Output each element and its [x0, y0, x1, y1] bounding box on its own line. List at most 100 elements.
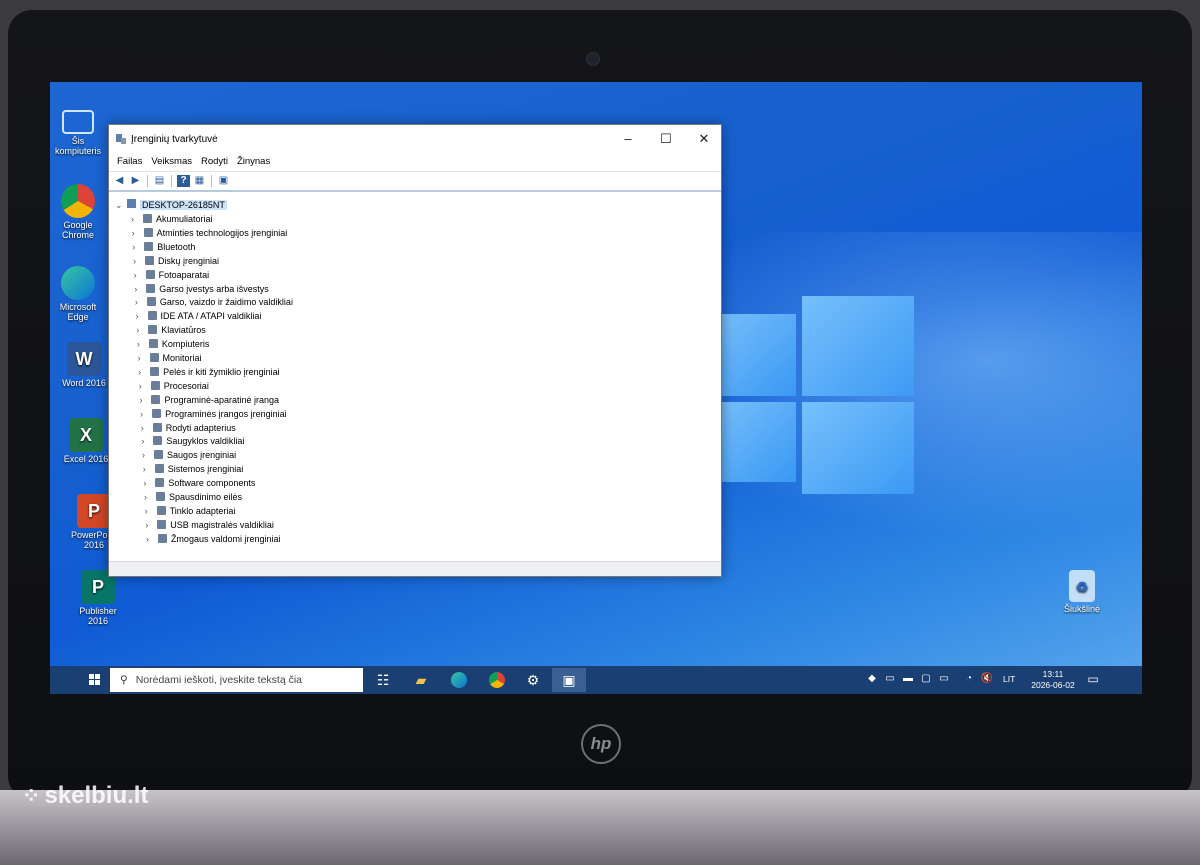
task-view-icon[interactable]: ☷	[366, 668, 400, 692]
device-category-item[interactable]: › Fotoaparatai	[134, 269, 209, 282]
device-category-item[interactable]: › Bluetooth	[132, 241, 195, 254]
chevron-right-icon[interactable]: ›	[133, 255, 143, 268]
update-driver-icon[interactable]: ▦	[193, 175, 206, 187]
tree-root[interactable]: ⌄ DESKTOP-26185NT	[115, 199, 227, 212]
edge-taskbar-icon[interactable]	[442, 668, 476, 692]
chevron-right-icon[interactable]: ›	[141, 422, 151, 435]
desktop-icon-excel[interactable]: X Excel 2016	[56, 418, 116, 464]
taskbar-search[interactable]: ⚲ Norėdami ieškoti, įveskite tekstą čia	[110, 668, 363, 692]
clock[interactable]: 13:11 2026-06-02	[1027, 669, 1079, 691]
forward-arrow-icon[interactable]: ▶	[129, 175, 142, 187]
chevron-down-icon[interactable]: ⌄	[115, 199, 125, 212]
device-tree: ⌄ DESKTOP-26185NT › Akumuliatoriai › Atmintie…	[115, 195, 715, 561]
chevron-right-icon[interactable]: ›	[136, 324, 146, 337]
word-icon: W	[67, 342, 101, 376]
device-category-item[interactable]: › Rodyti adapterius	[141, 422, 236, 435]
chevron-right-icon[interactable]: ›	[143, 477, 153, 490]
device-category-label: Programinė-aparatinė įranga	[164, 394, 280, 405]
chevron-right-icon[interactable]: ›	[142, 449, 152, 462]
chevron-right-icon[interactable]: ›	[134, 283, 144, 296]
monitor-icon	[62, 110, 94, 134]
minimize-button[interactable]: –	[609, 127, 647, 151]
help-icon[interactable]: ?	[177, 175, 190, 187]
desktop-icon-word[interactable]: W Word 2016	[54, 342, 114, 388]
tray-volume-muted-icon[interactable]: 🔇	[980, 672, 994, 686]
language-indicator[interactable]: LIT	[1003, 674, 1015, 684]
tray-device-icon[interactable]: ▬	[901, 672, 915, 686]
settings-gear-icon[interactable]: ⚙	[516, 668, 550, 692]
file-explorer-icon[interactable]: ▰	[404, 668, 438, 692]
chrome-taskbar-icon[interactable]	[480, 668, 514, 692]
device-category-item[interactable]: › Garso, vaizdo ir žaidimo valdikliai	[135, 296, 293, 309]
desktop-icon-publisher[interactable]: P Publisher 2016	[68, 570, 128, 626]
chrome-icon	[61, 184, 95, 218]
device-category-item[interactable]: › Garso įvestys arba išvestys	[134, 283, 269, 296]
device-category-item[interactable]: › Kompiuteris	[137, 338, 209, 351]
tray-app-icon[interactable]: ▭	[883, 672, 897, 686]
chevron-right-icon[interactable]: ›	[136, 310, 146, 323]
desktop-icon-edge[interactable]: Microsoft Edge	[50, 266, 108, 322]
chevron-right-icon[interactable]: ›	[138, 352, 148, 365]
device-category-item[interactable]: › Pelės ir kiti žymiklio įrenginiai	[138, 366, 280, 379]
chevron-right-icon[interactable]: ›	[140, 408, 150, 421]
device-category-item[interactable]: › Akumuliatoriai	[131, 213, 213, 226]
menu-help[interactable]: Žinynas	[237, 153, 270, 171]
notifications-icon[interactable]: ▭	[1085, 672, 1101, 686]
back-arrow-icon[interactable]: ◀	[113, 175, 126, 187]
chevron-right-icon[interactable]: ›	[139, 380, 149, 393]
device-category-item[interactable]: › Klaviatūros	[136, 324, 206, 337]
tray-wifi-icon[interactable]: ◔	[962, 672, 976, 686]
device-category-label: Saugos įrenginiai	[167, 450, 237, 461]
desktop-icon-recycle-bin[interactable]: ♻ Šiukšlinė	[1052, 570, 1112, 614]
menu-action[interactable]: Veiksmas	[151, 153, 192, 171]
desktop-icon-this-pc[interactable]: Šis kompiuteris	[50, 110, 108, 156]
device-category-label: Monitoriai	[162, 353, 202, 363]
close-button[interactable]: ✕	[685, 127, 723, 151]
device-category-item[interactable]: › Saugyklos valdikliai	[141, 435, 244, 448]
device-manager-window[interactable]: Įrenginių tvarkytuvė – ☐ ✕ Failas Veiksma…	[108, 124, 722, 577]
device-category-item[interactable]: › USB magistralės valdikliai	[145, 519, 274, 532]
menu-view[interactable]: Rodyti	[201, 153, 228, 171]
device-category-label: Bluetooth	[157, 241, 196, 252]
search-icon: ⚲	[120, 674, 128, 686]
device-category-item[interactable]: › Procesoriai	[139, 380, 209, 393]
chevron-right-icon[interactable]: ›	[145, 505, 155, 518]
device-category-item[interactable]: › Monitoriai	[138, 352, 202, 365]
tray-display-icon[interactable]: ▢	[919, 672, 933, 686]
chevron-right-icon[interactable]: ›	[131, 213, 141, 226]
chevron-right-icon[interactable]: ›	[132, 227, 142, 240]
start-button[interactable]	[80, 666, 110, 694]
edge-icon	[61, 266, 95, 300]
device-category-item[interactable]: › Tinklo adapteriai	[145, 505, 235, 518]
device-category-item[interactable]: › Software components	[143, 477, 255, 490]
maximize-button[interactable]: ☐	[647, 127, 685, 151]
chevron-right-icon[interactable]: ›	[144, 491, 154, 504]
device-category-item[interactable]: › Žmogaus valdomi įrenginiai	[146, 533, 281, 546]
desktop-icon-chrome[interactable]: Google Chrome	[50, 184, 108, 240]
menu-file[interactable]: Failas	[117, 153, 142, 171]
properties-icon[interactable]: ▤	[153, 175, 166, 187]
device-category-item[interactable]: › Saugos įrenginiai	[142, 449, 236, 462]
chevron-right-icon[interactable]: ›	[143, 463, 153, 476]
device-manager-taskbar-icon[interactable]: ▣	[552, 668, 586, 692]
device-category-item[interactable]: › Programinė-aparatinė įranga	[139, 394, 279, 407]
chevron-right-icon[interactable]: ›	[146, 533, 156, 546]
device-category-item[interactable]: › IDE ATA / ATAPI valdikliai	[136, 310, 261, 323]
title-bar[interactable]: Įrenginių tvarkytuvė – ☐ ✕	[109, 125, 721, 153]
tray-battery-icon[interactable]: ▭	[937, 672, 951, 686]
device-category-item[interactable]: › Diskų įrenginiai	[133, 255, 219, 268]
device-category-item[interactable]: › Spausdinimo eilės	[144, 491, 242, 504]
chevron-right-icon[interactable]: ›	[145, 519, 155, 532]
chevron-right-icon[interactable]: ›	[139, 394, 149, 407]
chevron-right-icon[interactable]: ›	[132, 241, 142, 254]
scan-hardware-icon[interactable]: ▣	[217, 175, 230, 187]
chevron-right-icon[interactable]: ›	[138, 366, 148, 379]
chevron-right-icon[interactable]: ›	[141, 435, 151, 448]
tray-security-icon[interactable]: ◆	[865, 672, 879, 686]
chevron-right-icon[interactable]: ›	[137, 338, 147, 351]
chevron-right-icon[interactable]: ›	[134, 269, 144, 282]
chevron-right-icon[interactable]: ›	[135, 296, 145, 309]
device-category-item[interactable]: › Programinės įrangos įrenginiai	[140, 408, 287, 421]
device-category-item[interactable]: › Sistemos įrenginiai	[143, 463, 243, 476]
device-category-item[interactable]: › Atminties technologijos įrenginiai	[132, 227, 287, 240]
